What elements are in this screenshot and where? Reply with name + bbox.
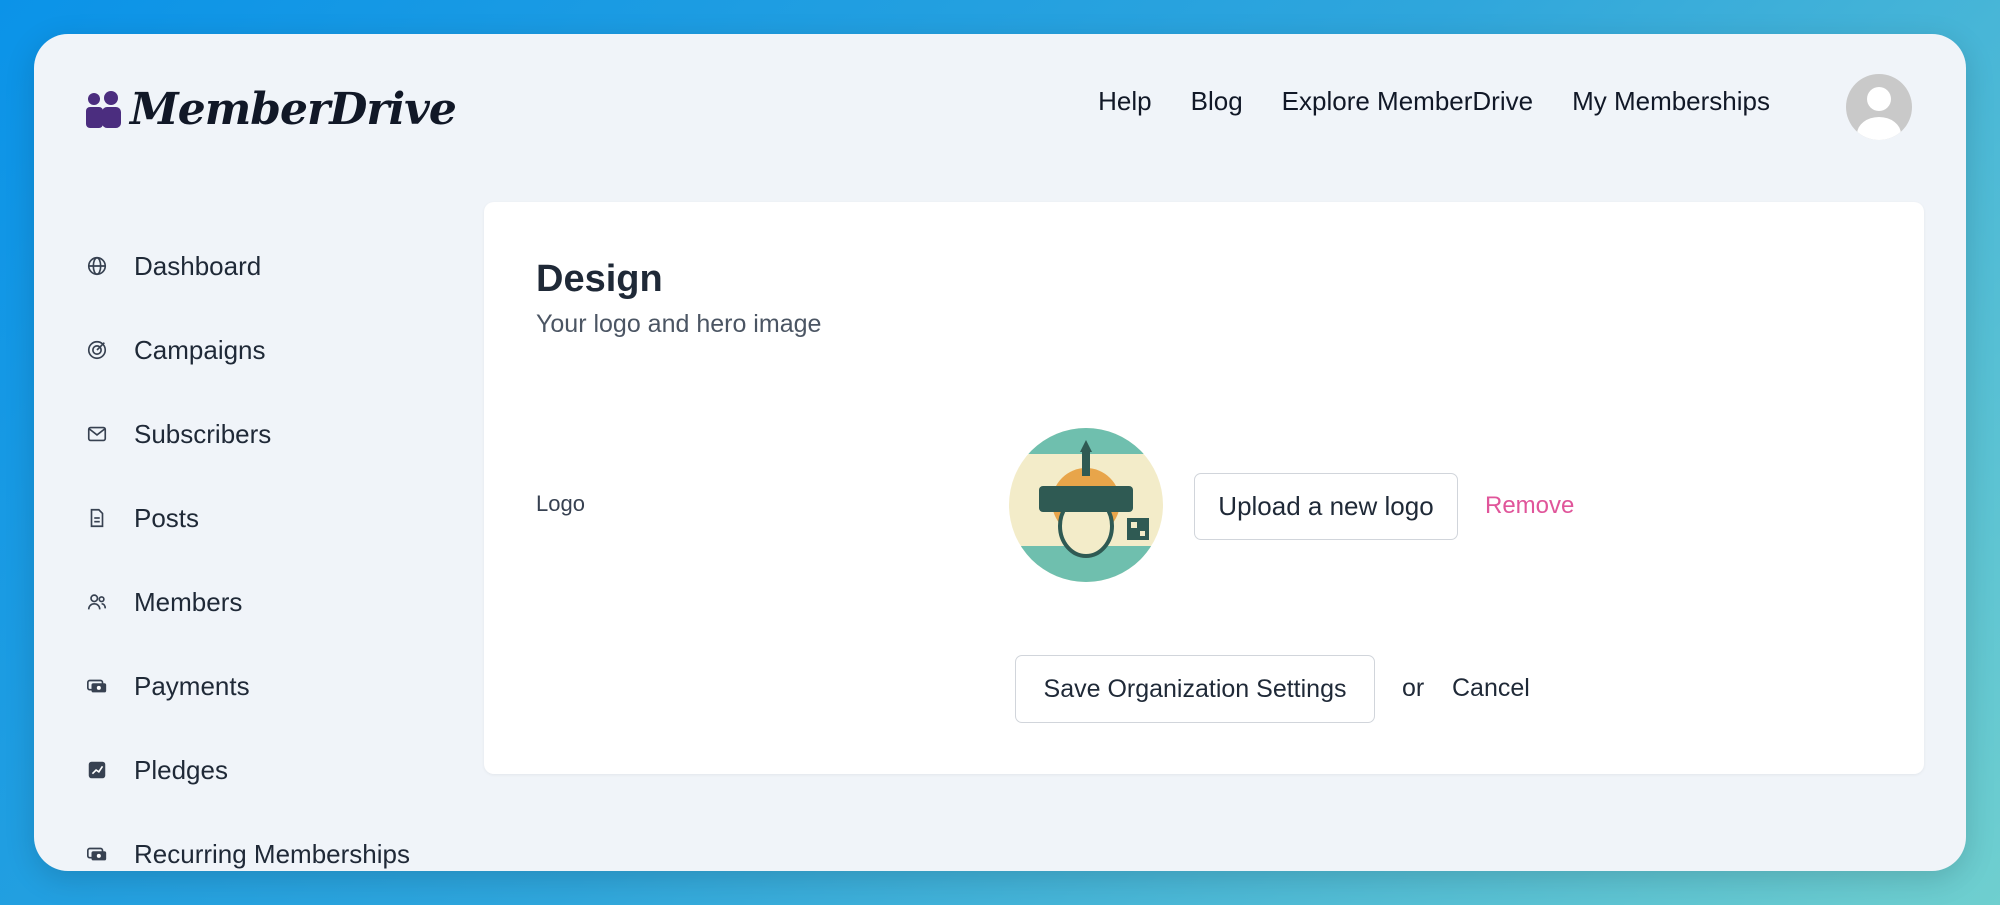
sidebar-item-posts[interactable]: Posts [84, 476, 444, 560]
nav-blog[interactable]: Blog [1191, 86, 1243, 117]
sidebar-item-members[interactable]: Members [84, 560, 444, 644]
memberdrive-logo[interactable]: MemberDrive [84, 84, 457, 135]
chart-icon [84, 757, 110, 783]
sidebar-item-campaigns[interactable]: Campaigns [84, 308, 444, 392]
people-logo-icon [84, 90, 124, 130]
organization-logo-image [1009, 428, 1163, 582]
sidebar-item-label: Dashboard [134, 250, 262, 281]
cash-icon [84, 673, 110, 699]
sidebar-item-recurring-memberships[interactable]: Recurring Memberships [84, 812, 444, 871]
logo-field-label: Logo [536, 491, 585, 516]
envelope-icon [84, 421, 110, 447]
sidebar-item-pledges[interactable]: Pledges [84, 728, 444, 812]
sidebar-item-label: Pledges [134, 754, 228, 785]
sidebar-item-label: Members [134, 586, 243, 617]
app-window: MemberDrive Help Blog Explore MemberDriv… [34, 34, 1966, 871]
sidebar-item-label: Posts [134, 502, 200, 533]
cash-icon [84, 841, 110, 867]
sidebar-item-label: Recurring Memberships [134, 838, 410, 869]
users-icon [84, 589, 110, 615]
sidebar: Dashboard Campaigns Subscribers Posts Me… [84, 224, 444, 871]
globe-icon [84, 253, 110, 279]
sidebar-item-label: Campaigns [134, 334, 266, 365]
save-settings-button[interactable]: Save Organization Settings [1015, 655, 1375, 723]
design-settings-card: Design Your logo and hero image Logo Upl… [484, 202, 1924, 774]
section-subtitle: Your logo and hero image [536, 310, 822, 338]
target-icon [84, 337, 110, 363]
nav-explore[interactable]: Explore MemberDrive [1282, 86, 1533, 117]
sidebar-item-label: Payments [134, 670, 250, 701]
upload-logo-button[interactable]: Upload a new logo [1194, 473, 1458, 540]
nav-my-memberships[interactable]: My Memberships [1572, 86, 1770, 117]
sidebar-item-subscribers[interactable]: Subscribers [84, 392, 444, 476]
document-icon [84, 505, 110, 531]
sidebar-item-dashboard[interactable]: Dashboard [84, 224, 444, 308]
sidebar-item-label: Subscribers [134, 418, 272, 449]
section-title: Design [536, 258, 663, 300]
or-separator: or [1402, 674, 1425, 702]
top-navigation: Help Blog Explore MemberDrive My Members… [1098, 86, 1770, 117]
user-avatar-icon[interactable] [1846, 74, 1912, 140]
remove-logo-link[interactable]: Remove [1485, 492, 1574, 520]
nav-help[interactable]: Help [1098, 86, 1151, 117]
sidebar-item-payments[interactable]: Payments [84, 644, 444, 728]
brand-name: MemberDrive [130, 84, 457, 135]
cancel-link[interactable]: Cancel [1452, 674, 1530, 703]
